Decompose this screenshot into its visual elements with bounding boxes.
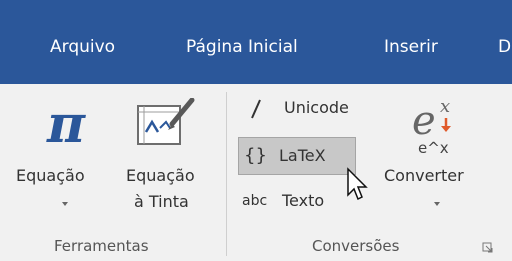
- group-separator: [226, 92, 227, 256]
- equacao-tinta-label-line1: Equação: [126, 166, 195, 185]
- texto-button[interactable]: abc Texto: [240, 186, 350, 220]
- pi-icon: π: [46, 98, 86, 150]
- group-label-ferramentas: Ferramentas: [54, 237, 149, 255]
- equacao-a-tinta-button[interactable]: Equação à Tinta: [124, 92, 216, 232]
- tab-inserir[interactable]: Inserir: [384, 36, 438, 58]
- tab-pagina-inicial[interactable]: Página Inicial: [186, 36, 298, 58]
- unicode-button[interactable]: Unicode: [240, 92, 380, 126]
- braces-icon: {}: [244, 145, 267, 166]
- chevron-down-icon: [434, 202, 440, 206]
- converter-icon-bottom: e^x: [418, 139, 449, 157]
- equacao-tinta-label-line2: à Tinta: [134, 192, 189, 211]
- svg-text:π: π: [46, 98, 86, 150]
- ink-equation-icon: [137, 98, 195, 145]
- slash-icon: [251, 99, 261, 119]
- chevron-down-icon: [62, 202, 68, 206]
- latex-label: LaTeX: [279, 146, 326, 165]
- mouse-cursor-icon: [347, 167, 368, 201]
- equacao-button[interactable]: π Equação: [14, 92, 114, 232]
- ribbon-tab-bar: Arquivo Página Inicial Inserir D: [0, 0, 512, 84]
- unicode-label: Unicode: [284, 98, 349, 117]
- svg-text:x: x: [440, 96, 450, 117]
- tab-partial[interactable]: D: [498, 36, 511, 58]
- group-label-conversoes: Conversões: [312, 237, 400, 255]
- equacao-label: Equação: [16, 166, 85, 185]
- texto-label: Texto: [282, 191, 325, 210]
- converter-button[interactable]: e x e^x Converter: [382, 92, 494, 232]
- tab-arquivo[interactable]: Arquivo: [50, 36, 115, 58]
- dialog-launcher-icon[interactable]: [482, 242, 494, 254]
- abc-icon: abc: [242, 193, 268, 209]
- latex-button[interactable]: {} LaTeX: [238, 137, 356, 175]
- converter-label: Converter: [384, 166, 464, 185]
